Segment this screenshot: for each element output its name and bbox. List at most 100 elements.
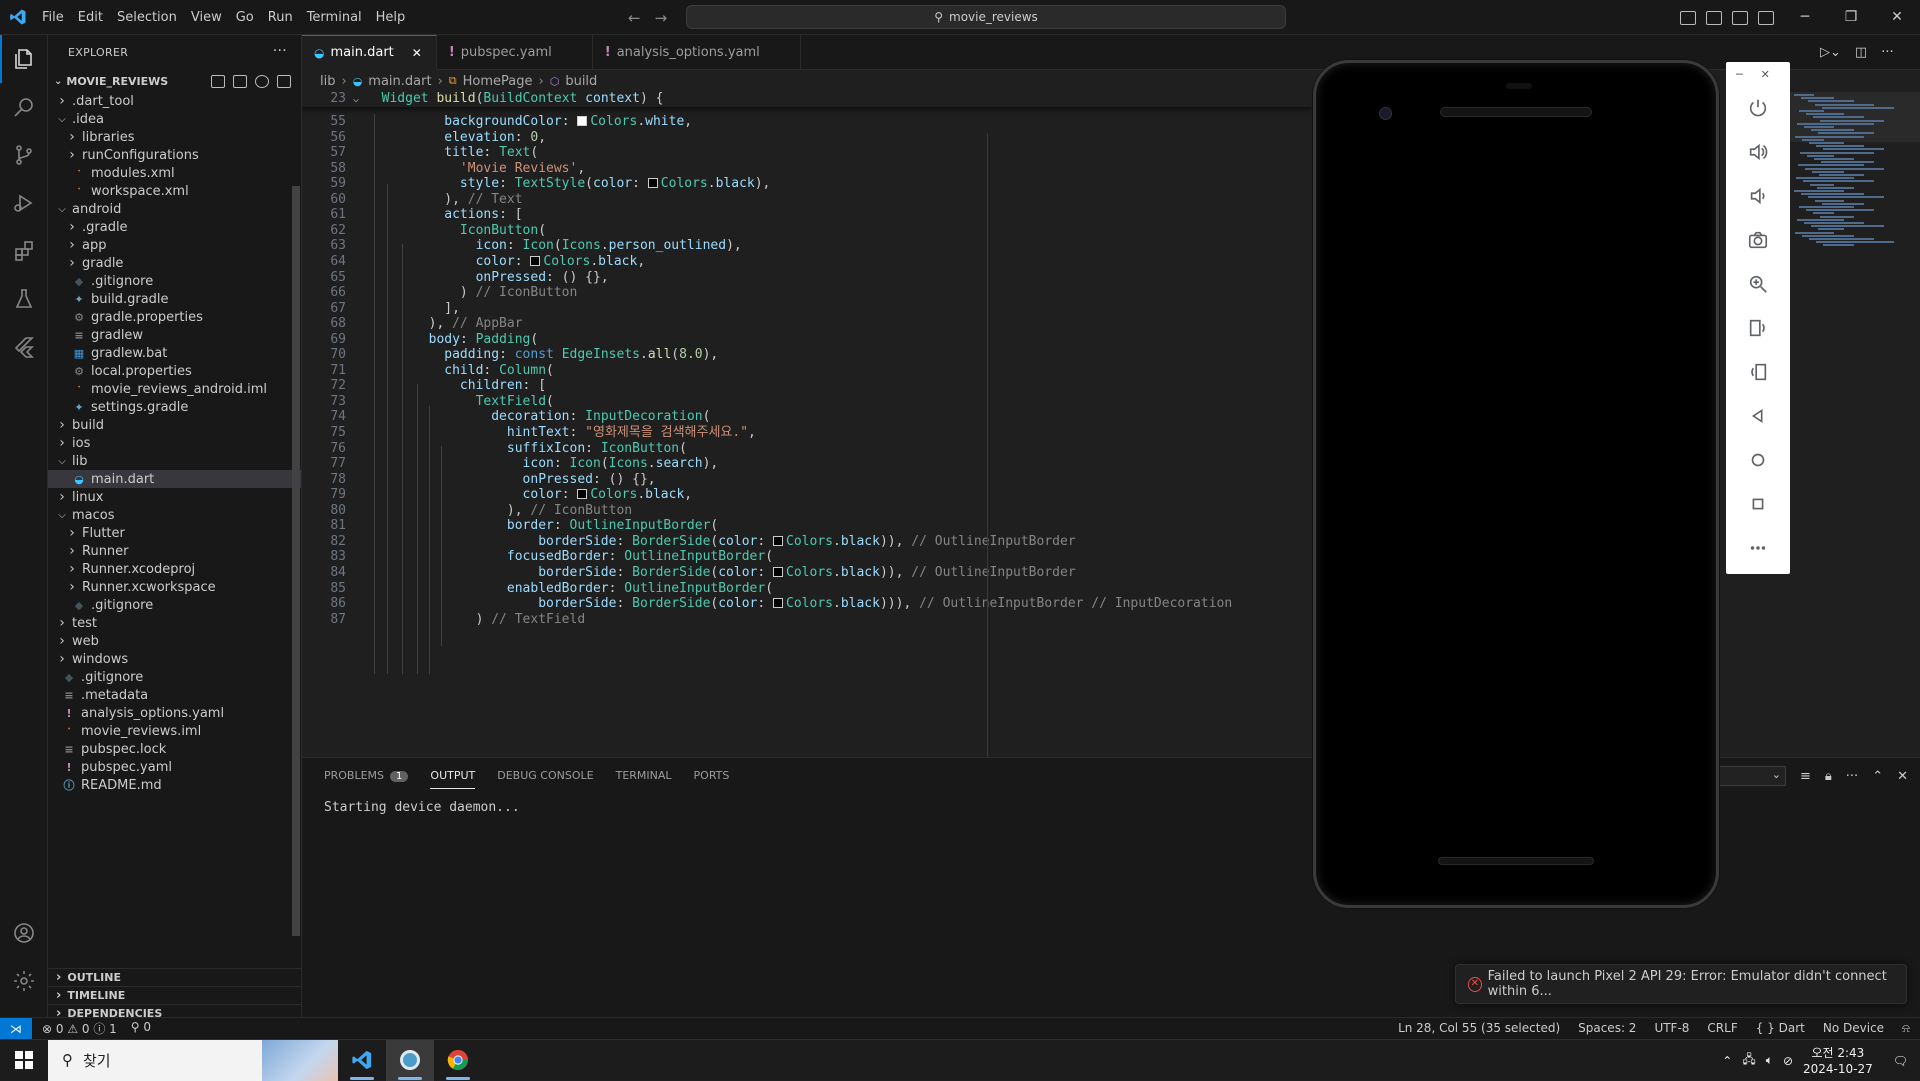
- minimap[interactable]: [1790, 92, 1910, 252]
- code-line[interactable]: 80 ), // IconButton: [302, 503, 1312, 519]
- tree-folder[interactable]: › Runner.xcworkspace: [48, 578, 301, 596]
- problems-status[interactable]: ⊗ 0 ⚠ 0 ⓘ 1: [42, 1020, 117, 1037]
- power-icon[interactable]: [1744, 94, 1772, 122]
- search-activity-icon[interactable]: [0, 83, 48, 131]
- code-line[interactable]: 55 backgroundColor: Colors.white,: [302, 114, 1312, 130]
- code-line[interactable]: 81 border: OutlineInputBorder(: [302, 518, 1312, 534]
- tree-folder[interactable]: › linux: [48, 488, 301, 506]
- code-line[interactable]: 59 style: TextStyle(color: Colors.black)…: [302, 176, 1312, 192]
- source-control-icon[interactable]: [0, 131, 48, 179]
- tree-folder[interactable]: › app: [48, 236, 301, 254]
- close-window-icon[interactable]: ✕: [1874, 0, 1920, 35]
- tab-pubspec-yaml[interactable]: ! pubspec.yaml: [437, 35, 593, 70]
- extensions-icon[interactable]: [0, 227, 48, 275]
- windows-start-icon[interactable]: [0, 1040, 48, 1081]
- section-outline[interactable]: › OUTLINE: [48, 968, 301, 986]
- code-line[interactable]: 76 suffixIcon: IconButton(: [302, 441, 1312, 457]
- more-panel-icon[interactable]: ···: [1846, 769, 1858, 784]
- tree-file[interactable]: ✦ settings.gradle: [48, 398, 301, 416]
- sidebar-scrollbar[interactable]: [292, 186, 300, 936]
- back-triangle-icon[interactable]: [1744, 402, 1772, 430]
- code-editor[interactable]: 55 backgroundColor: Colors.white, 56 elev…: [302, 92, 1312, 757]
- tree-folder[interactable]: › gradle: [48, 254, 301, 272]
- notifications-icon[interactable]: 🗨︎: [1893, 1054, 1908, 1068]
- lock-scroll-icon[interactable]: 🔒︎: [1825, 769, 1832, 784]
- code-line[interactable]: 69 body: Padding(: [302, 332, 1312, 348]
- split-editor-icon[interactable]: ◫: [1855, 45, 1867, 60]
- toggle-sidebar-icon[interactable]: [1680, 10, 1696, 25]
- tree-file[interactable]: ◒ main.dart: [48, 470, 301, 488]
- taskbar-search[interactable]: ⚲ 찾기: [48, 1039, 338, 1081]
- panel-tab-output[interactable]: OUTPUT: [430, 769, 476, 789]
- remote-indicator-icon[interactable]: ⋊: [0, 1017, 32, 1040]
- customize-layout-icon[interactable]: [1758, 10, 1774, 25]
- home-circle-icon[interactable]: [1744, 446, 1772, 474]
- overview-square-icon[interactable]: [1744, 490, 1772, 518]
- emulator-minimize-icon[interactable]: ─: [1736, 68, 1743, 81]
- tree-file[interactable]: ≡ .metadata: [48, 686, 301, 704]
- status-item[interactable]: CRLF: [1707, 1021, 1737, 1036]
- code-line[interactable]: 85 enabledBorder: OutlineInputBorder(: [302, 581, 1312, 597]
- breadcrumb-item[interactable]: HomePage: [463, 74, 533, 89]
- flutter-icon[interactable]: [0, 323, 48, 371]
- code-line[interactable]: 87 ) // TextField: [302, 612, 1312, 628]
- tree-folder[interactable]: › test: [48, 614, 301, 632]
- breadcrumb-item[interactable]: main.dart: [368, 74, 431, 89]
- tree-file[interactable]: ! pubspec.yaml: [48, 758, 301, 776]
- panel-tab-terminal[interactable]: TERMINAL: [616, 769, 672, 782]
- code-line[interactable]: 74 decoration: InputDecoration(: [302, 409, 1312, 425]
- manage-gear-icon[interactable]: [0, 957, 48, 1005]
- code-line[interactable]: 75 hintText: "영화제목을 검색해주세요.",: [302, 425, 1312, 441]
- breadcrumb-item[interactable]: build: [565, 74, 597, 89]
- code-line[interactable]: 82 borderSide: BorderSide(color: Colors.…: [302, 534, 1312, 550]
- collapse-all-icon[interactable]: [277, 74, 291, 88]
- tree-folder[interactable]: › windows: [48, 650, 301, 668]
- code-line[interactable]: 66 ) // IconButton: [302, 285, 1312, 301]
- tray-overflow-icon[interactable]: ⌃: [1722, 1054, 1732, 1068]
- menu-help[interactable]: Help: [369, 0, 413, 35]
- code-line[interactable]: 61 actions: [: [302, 207, 1312, 223]
- tab-analysis_options-yaml[interactable]: ! analysis_options.yaml: [593, 35, 801, 70]
- code-line[interactable]: 64 color: Colors.black,: [302, 254, 1312, 270]
- tree-folder[interactable]: › runConfigurations: [48, 146, 301, 164]
- status-item[interactable]: No Device: [1823, 1021, 1884, 1036]
- menu-run[interactable]: Run: [261, 0, 300, 35]
- tree-folder[interactable]: › libraries: [48, 128, 301, 146]
- tree-file[interactable]: ⚙ local.properties: [48, 362, 301, 380]
- code-line[interactable]: 71 child: Column(: [302, 363, 1312, 379]
- volume-up-icon[interactable]: [1744, 138, 1772, 166]
- output-channel-select[interactable]: ⌄: [1715, 766, 1786, 786]
- tree-folder[interactable]: › Flutter: [48, 524, 301, 542]
- speaker-icon[interactable]: 🔈︎: [1766, 1053, 1773, 1068]
- tree-folder[interactable]: ⌵ macos: [48, 506, 301, 524]
- sticky-scroll-line[interactable]: 23 ⌵ Widget build(BuildContext context) {: [302, 92, 1312, 107]
- clear-output-icon[interactable]: ≡: [1800, 769, 1811, 784]
- more-emulator-icon[interactable]: [1744, 534, 1772, 562]
- ports-status[interactable]: ⚲ 0: [131, 1020, 151, 1037]
- menu-view[interactable]: View: [184, 0, 229, 35]
- code-line[interactable]: 68 ), // AppBar: [302, 316, 1312, 332]
- tree-file[interactable]: ◆ .gitignore: [48, 596, 301, 614]
- tree-file[interactable]: ≡ gradlew: [48, 326, 301, 344]
- tree-folder[interactable]: › Runner.xcodeproj: [48, 560, 301, 578]
- code-line[interactable]: 67 ],: [302, 301, 1312, 317]
- command-center-search[interactable]: ⚲ movie_reviews: [686, 5, 1286, 29]
- run-debug-icon[interactable]: [0, 179, 48, 227]
- menu-go[interactable]: Go: [229, 0, 261, 35]
- rotate-right-icon[interactable]: [1744, 358, 1772, 386]
- breadcrumb-item[interactable]: lib: [320, 74, 335, 89]
- volume-down-icon[interactable]: [1744, 182, 1772, 210]
- testing-icon[interactable]: [0, 275, 48, 323]
- taskbar-emulator-icon[interactable]: [386, 1039, 434, 1081]
- tree-file[interactable]: ॱ movie_reviews_android.iml: [48, 380, 301, 398]
- tree-folder[interactable]: › Runner: [48, 542, 301, 560]
- emulator-close-icon[interactable]: ✕: [1761, 68, 1770, 81]
- code-line[interactable]: 57 title: Text(: [302, 145, 1312, 161]
- explorer-icon[interactable]: [0, 35, 48, 83]
- new-folder-icon[interactable]: [233, 74, 247, 88]
- code-line[interactable]: 62 IconButton(: [302, 223, 1312, 239]
- tab-main-dart[interactable]: ◒ main.dart ✕: [302, 35, 437, 70]
- status-item[interactable]: Ln 28, Col 55 (35 selected): [1398, 1021, 1560, 1036]
- code-line[interactable]: 79 color: Colors.black,: [302, 487, 1312, 503]
- status-item[interactable]: { } Dart: [1756, 1021, 1805, 1036]
